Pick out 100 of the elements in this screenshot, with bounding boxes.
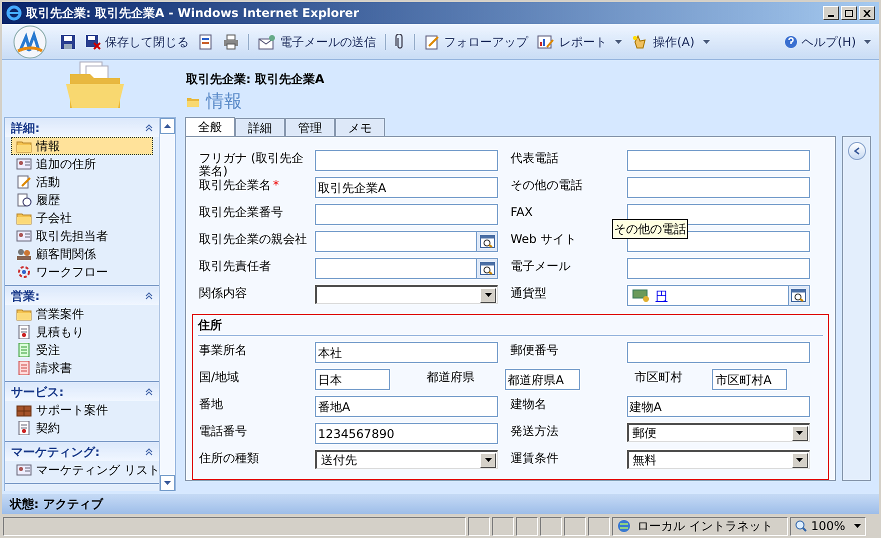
up-arrow-icon (164, 124, 171, 128)
nav-item[interactable]: 子会社 (11, 209, 153, 227)
nav-item[interactable]: 顧客間関係 (11, 245, 153, 263)
text-field[interactable] (626, 177, 810, 198)
toolbar-button[interactable]: 電子メールの送信 (258, 32, 376, 50)
lookup-field[interactable] (315, 258, 498, 279)
tab[interactable]: 管理 (285, 118, 335, 136)
toolbar-button[interactable]: レポート (537, 32, 622, 50)
scroll-up-button[interactable] (160, 118, 175, 134)
text-field[interactable] (626, 258, 810, 279)
toolbar-button[interactable]: 保存して閉じる (85, 32, 189, 50)
save-icon[interactable] (60, 34, 76, 50)
select-field[interactable]: 送付先 (315, 450, 498, 469)
text-field[interactable]: 日本 (315, 369, 390, 390)
select-field[interactable] (315, 285, 498, 304)
text-field[interactable] (626, 150, 810, 171)
collapse-button[interactable] (145, 124, 153, 132)
text-field[interactable]: 1234567890 (315, 423, 498, 444)
toolbar-button[interactable]: 操作(A) (631, 32, 710, 50)
text-field[interactable] (315, 150, 498, 171)
nav-item[interactable]: 受注 (11, 341, 153, 359)
collapse-button[interactable] (145, 292, 153, 300)
zoom-button[interactable]: 100% (790, 516, 866, 536)
nav-item[interactable]: 営業案件 (11, 305, 153, 323)
text-field[interactable] (626, 204, 810, 225)
down-arrow-icon (164, 481, 171, 485)
lookup-button[interactable] (476, 259, 497, 278)
status-pane (540, 516, 562, 536)
field-label: 取引先企業名 * (199, 177, 280, 192)
currency-link[interactable]: 円 (656, 286, 788, 304)
field-label: 発送方法 (510, 423, 560, 438)
chevron-icon (145, 292, 153, 300)
nav-item[interactable]: 見積もり (11, 323, 153, 341)
magnifier-icon (480, 235, 494, 248)
section-heading: 住所 (198, 316, 823, 336)
text-field[interactable]: 都道府県A (504, 369, 580, 390)
dropdown-arrow-icon (484, 293, 492, 297)
field-label: フリガナ (取引先企業名) (199, 150, 304, 178)
lookup-button[interactable] (788, 286, 808, 305)
document-icon (16, 421, 32, 435)
close-button[interactable] (859, 6, 875, 20)
box-icon (16, 403, 32, 417)
field-label: 取引先責任者 (199, 258, 272, 273)
collapse-button[interactable] (848, 142, 866, 160)
toolbar-button[interactable]: フォローアップ (424, 32, 528, 50)
collapse-button[interactable] (145, 448, 153, 456)
card-icon (16, 229, 32, 243)
nav-item[interactable]: ワークフロー (11, 263, 153, 281)
group-title: 営業: (11, 288, 40, 304)
nav-item[interactable]: 取引先担当者 (11, 227, 153, 245)
text-field[interactable]: 建物A (626, 396, 810, 417)
tab[interactable]: メモ (335, 118, 385, 136)
nav-item[interactable]: 履歴 (11, 191, 153, 209)
chevron-icon (145, 448, 153, 456)
select-field[interactable]: 郵便 (626, 423, 810, 442)
text-field[interactable] (315, 204, 498, 225)
lookup-button[interactable] (476, 232, 497, 251)
status-pane (564, 516, 586, 536)
nav-item[interactable]: 追加の住所 (11, 155, 153, 173)
group-title: 詳細: (11, 120, 40, 136)
envelope-icon (258, 34, 276, 50)
text-field[interactable] (626, 342, 810, 363)
caret-icon (702, 40, 710, 44)
folder-icon (186, 96, 200, 108)
group-title: マーケティング: (11, 444, 100, 460)
field-label: 取引先企業の親会社 (199, 231, 308, 246)
group-title: サービス: (11, 384, 64, 400)
select-field[interactable]: 無料 (626, 450, 810, 469)
dropdown-arrow-icon (796, 431, 803, 435)
field-label: FAX (510, 204, 534, 219)
tab[interactable]: 詳細 (235, 118, 285, 136)
minimize-button[interactable] (823, 6, 839, 20)
scroll-down-button[interactable] (160, 475, 175, 491)
document-icon (16, 361, 32, 375)
chevron-icon (145, 388, 153, 396)
window-title: 取引先企業: 取引先企業A - Windows Internet Explorer (26, 5, 359, 22)
globe-icon (617, 519, 633, 533)
text-field[interactable]: 本社 (315, 342, 498, 363)
nav-item[interactable]: 契約 (11, 419, 153, 437)
status-pane (588, 516, 610, 536)
paperclip-icon[interactable] (395, 34, 405, 50)
chevron-icon (145, 124, 153, 132)
nav-item[interactable]: サポート案件 (11, 401, 153, 419)
print-icon[interactable] (223, 34, 239, 50)
text-field[interactable]: 市区町村A (712, 369, 788, 390)
nav-item[interactable]: 活動 (11, 173, 153, 191)
caret-icon (615, 40, 622, 44)
lookup-field[interactable]: 円 (626, 285, 810, 306)
help-button[interactable]: ヘルプ(H) (784, 32, 871, 50)
status-pane (492, 516, 514, 536)
save-close-icon (85, 34, 101, 50)
tab[interactable]: 全般 (185, 117, 235, 136)
document-icon[interactable] (198, 34, 214, 50)
collapse-button[interactable] (145, 388, 153, 396)
text-field[interactable]: 番地A (315, 396, 498, 417)
maximize-button[interactable] (841, 6, 857, 20)
nav-item[interactable]: 請求書 (11, 359, 153, 377)
text-field[interactable]: 取引先企業A (315, 177, 498, 198)
lookup-field[interactable] (315, 231, 498, 252)
nav-item[interactable]: 情報 (11, 137, 153, 155)
